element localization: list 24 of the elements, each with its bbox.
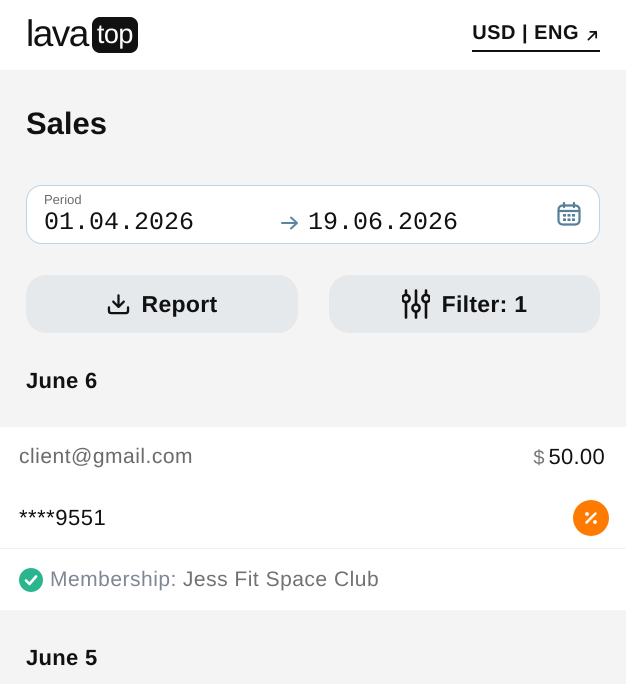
end-date: 19.06.2026 bbox=[308, 209, 458, 237]
amount-value: 50.00 bbox=[548, 444, 605, 470]
report-button[interactable]: Report bbox=[26, 275, 298, 333]
page-title: Sales bbox=[26, 105, 108, 143]
logo-wordmark: lava bbox=[26, 16, 88, 54]
arrow-up-right-icon bbox=[587, 30, 598, 40]
arrow-right-icon bbox=[281, 216, 299, 230]
card-number: ****9551 bbox=[19, 504, 106, 530]
product-name: Jess Fit Space Club bbox=[182, 568, 380, 592]
customer-email: client@gmail.com bbox=[19, 445, 194, 469]
period-field[interactable]: Period 01.04.2026 19.06.2026 bbox=[26, 185, 600, 244]
logo-badge: top bbox=[92, 17, 138, 53]
start-date: 01.04.2026 bbox=[44, 209, 196, 237]
sliders-icon bbox=[402, 289, 430, 319]
download-icon bbox=[106, 294, 130, 314]
date-heading: June 6 bbox=[25, 367, 98, 395]
field-label: Period bbox=[44, 192, 82, 207]
currency-symbol: $ bbox=[533, 447, 544, 470]
transaction-card[interactable]: client@gmail.com $ 50.00 ****9551 Membership: Jess Fit Space Club bbox=[0, 427, 626, 610]
currency-language-link[interactable]: USD | ENG bbox=[472, 22, 600, 52]
calendar-icon[interactable] bbox=[557, 202, 581, 226]
product-type: Membership: bbox=[50, 568, 177, 592]
date-heading: June 5 bbox=[25, 644, 98, 672]
filter-button[interactable]: Filter: 1 bbox=[329, 275, 600, 333]
